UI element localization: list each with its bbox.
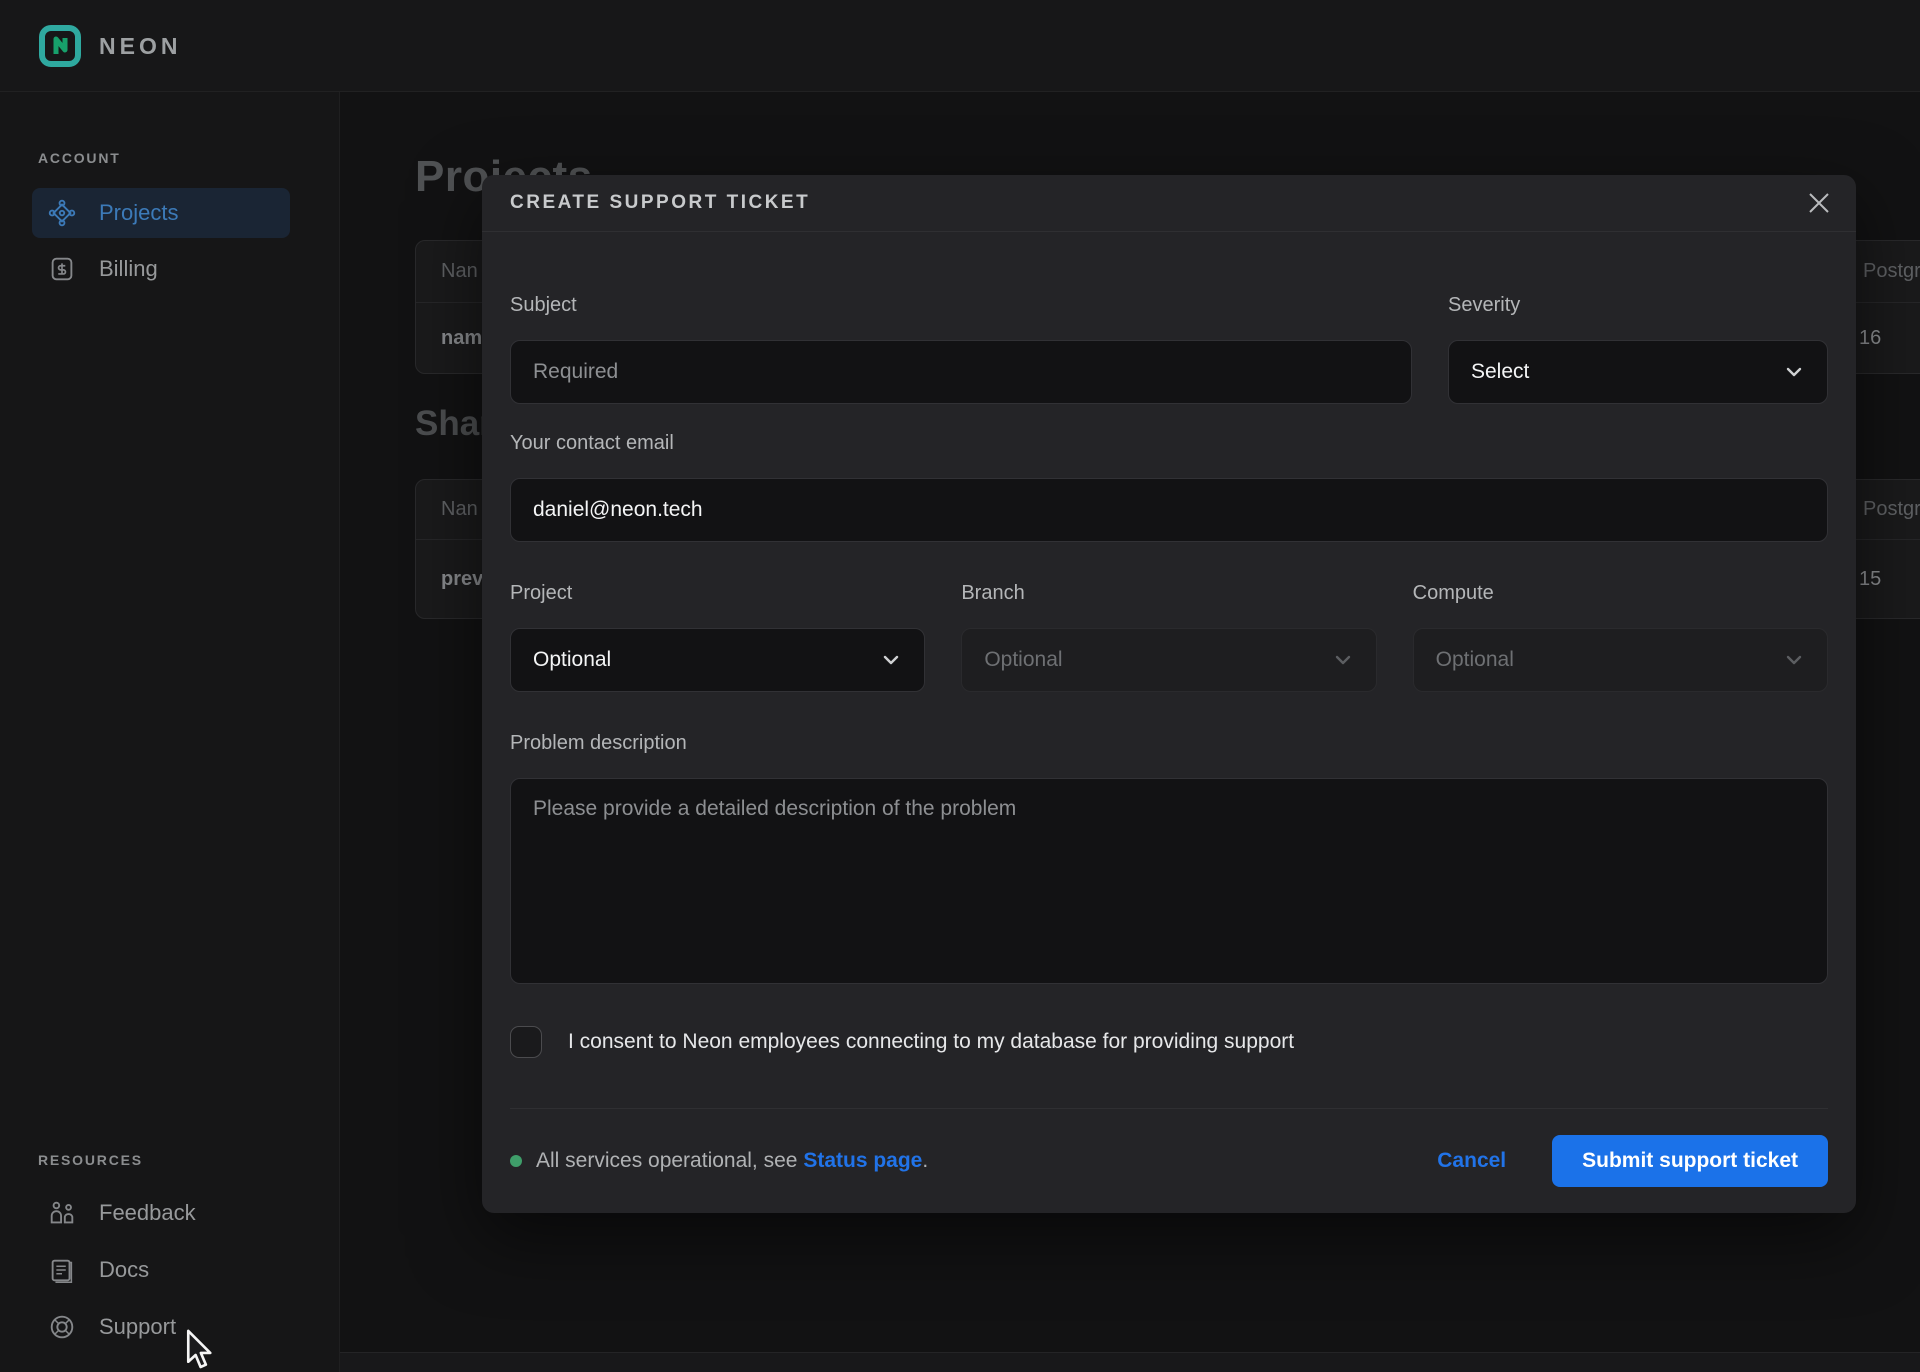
branch-select[interactable]: Optional — [961, 628, 1376, 692]
severity-value: Select — [1471, 360, 1529, 384]
chevron-down-icon — [880, 649, 902, 671]
problem-description-textarea[interactable] — [510, 778, 1828, 984]
chevron-down-icon — [1783, 649, 1805, 671]
status-text-suffix: . — [922, 1149, 928, 1172]
modal-header: CREATE SUPPORT TICKET — [482, 175, 1856, 232]
postgres-column-header: Postgr — [1863, 260, 1920, 283]
submit-support-ticket-button[interactable]: Submit support ticket — [1552, 1135, 1828, 1187]
status-text: All services operational, see — [536, 1149, 803, 1172]
severity-label: Severity — [1448, 292, 1828, 318]
sidebar: ACCOUNT Projects Billing RESOURCES — [0, 92, 340, 1372]
project-select[interactable]: Optional — [510, 628, 925, 692]
service-status: All services operational, see Status pag… — [510, 1149, 928, 1173]
contact-email-input[interactable] — [510, 478, 1828, 542]
branch-label: Branch — [961, 580, 1376, 606]
sidebar-item-label: Docs — [99, 1257, 149, 1283]
neon-logo-icon — [38, 24, 82, 68]
sidebar-item-clipped[interactable] — [32, 1359, 290, 1372]
sidebar-item-projects[interactable]: Projects — [32, 188, 290, 238]
consent-label: I consent to Neon employees connecting t… — [568, 1030, 1294, 1054]
sidebar-item-feedback[interactable]: Feedback — [32, 1188, 290, 1238]
brand-wordmark: NEON — [99, 33, 181, 60]
subject-input[interactable] — [510, 340, 1412, 404]
account-section-label: ACCOUNT — [38, 150, 121, 166]
status-page-link[interactable]: Status page — [803, 1149, 922, 1172]
project-value: Optional — [533, 648, 611, 672]
compute-select[interactable]: Optional — [1413, 628, 1828, 692]
billing-icon — [47, 254, 77, 284]
postgres-version-cell: 16 — [1859, 327, 1881, 350]
sidebar-item-billing[interactable]: Billing — [32, 244, 290, 294]
sidebar-item-label: Projects — [99, 200, 178, 226]
name-column-header: Nan — [441, 498, 478, 521]
close-icon[interactable] — [1798, 182, 1840, 224]
status-dot — [510, 1155, 522, 1167]
project-name-cell: prev — [441, 568, 483, 591]
modal-body: Subject Severity Select Your contact ema… — [482, 232, 1856, 1109]
cancel-button[interactable]: Cancel — [1437, 1149, 1506, 1173]
topbar: NEON — [0, 0, 1920, 92]
support-icon — [47, 1312, 77, 1342]
modal-footer: All services operational, see Status pag… — [482, 1109, 1856, 1213]
name-column-header: Nan — [441, 260, 478, 283]
chevron-down-icon — [1332, 649, 1354, 671]
feedback-icon — [47, 1198, 77, 1228]
docs-icon — [47, 1255, 77, 1285]
sidebar-item-label: Billing — [99, 256, 158, 282]
chevron-down-icon — [1783, 361, 1805, 383]
compute-value: Optional — [1436, 648, 1514, 672]
brand[interactable]: NEON — [38, 24, 181, 68]
sidebar-item-docs[interactable]: Docs — [32, 1245, 290, 1295]
contact-email-label: Your contact email — [510, 430, 1828, 456]
compute-label: Compute — [1413, 580, 1828, 606]
branch-value: Optional — [984, 648, 1062, 672]
consent-checkbox[interactable] — [510, 1026, 542, 1058]
sidebar-item-support[interactable]: Support — [32, 1302, 290, 1352]
resources-section-label: RESOURCES — [38, 1152, 143, 1168]
project-label: Project — [510, 580, 925, 606]
projects-icon — [47, 198, 77, 228]
subject-label: Subject — [510, 292, 1412, 318]
project-name-cell: nam — [441, 327, 482, 350]
problem-description-label: Problem description — [510, 730, 1828, 756]
postgres-column-header: Postgr — [1863, 498, 1920, 521]
create-support-ticket-modal: CREATE SUPPORT TICKET Subject Severity S… — [482, 175, 1856, 1213]
sidebar-item-label: Support — [99, 1314, 176, 1340]
postgres-version-cell: 15 — [1859, 568, 1881, 591]
sidebar-item-label: Feedback — [99, 1200, 196, 1226]
page-footer-bar — [340, 1352, 1920, 1372]
severity-select[interactable]: Select — [1448, 340, 1828, 404]
modal-title: CREATE SUPPORT TICKET — [510, 192, 810, 214]
